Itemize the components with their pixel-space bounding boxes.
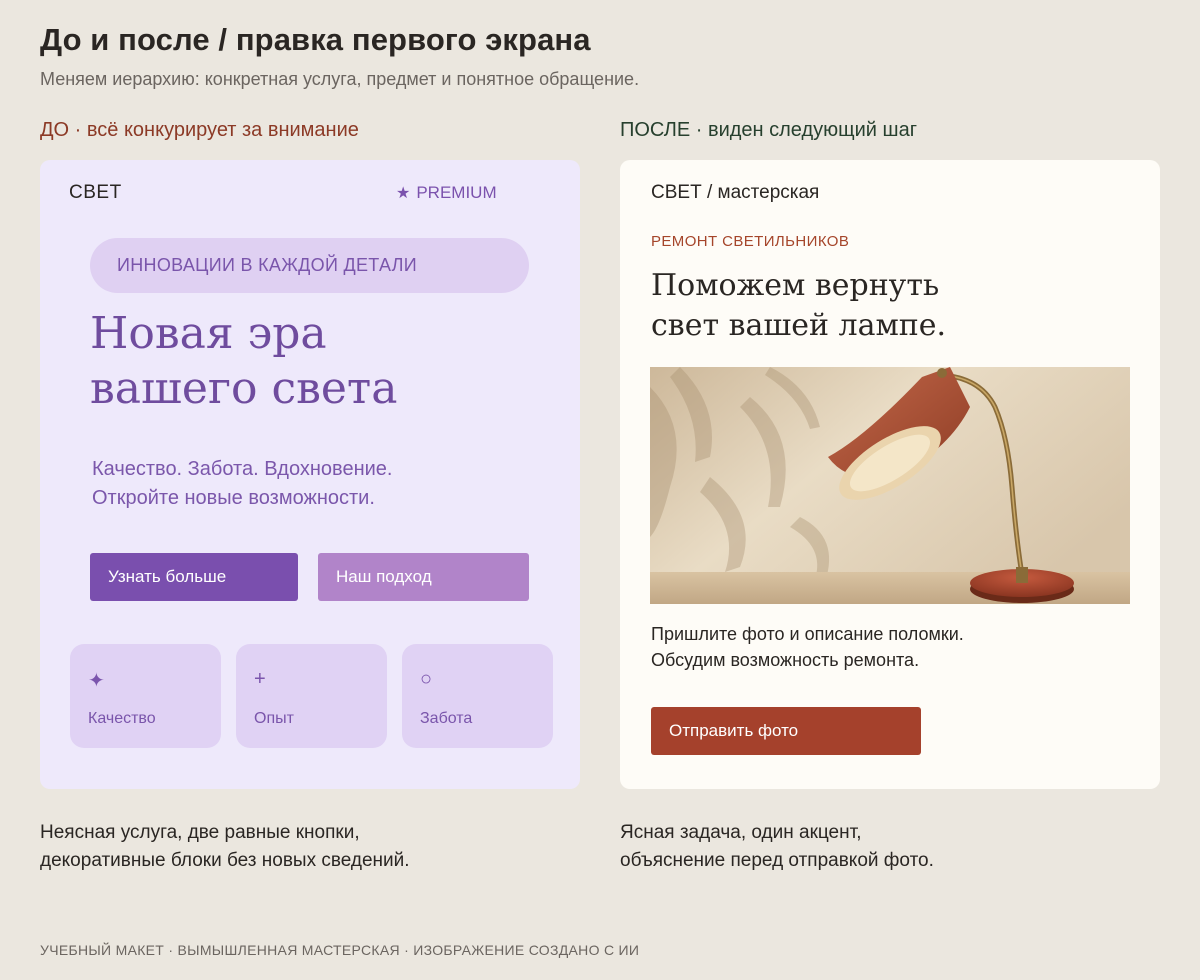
service-kicker: РЕМОНТ СВЕТИЛЬНИКОВ bbox=[651, 233, 850, 250]
before-caption-line: Неясная услуга, две равные кнопки, bbox=[40, 822, 360, 843]
send-photo-button[interactable]: Отправить фото bbox=[651, 707, 921, 755]
after-caption-line: Ясная задача, один акцент, bbox=[620, 822, 862, 843]
before-caption-line: декоративные блоки без новых сведений. bbox=[40, 850, 410, 871]
after-body-text: Пришлите фото и описание поломки. Обсуди… bbox=[651, 621, 1121, 673]
circle-icon: ○ bbox=[420, 668, 433, 690]
after-brand-logo[interactable]: СВЕТ / мастерская bbox=[651, 182, 819, 204]
after-caption-line: объяснение перед отправкой фото. bbox=[620, 850, 934, 871]
feature-card-quality: ✦ Качество bbox=[70, 644, 221, 748]
after-body-line: Пришлите фото и описание поломки. bbox=[651, 624, 964, 644]
premium-badge: ★ PREMIUM bbox=[396, 183, 497, 203]
learn-more-button[interactable]: Узнать больше bbox=[90, 553, 298, 601]
our-approach-button[interactable]: Наш подход bbox=[318, 553, 529, 601]
lamp-photo bbox=[650, 367, 1130, 604]
after-headline: Поможем вернуть свет вашей лампе. bbox=[651, 266, 1121, 346]
before-brand-logo[interactable]: СВЕТ bbox=[69, 182, 122, 204]
star-icon: ★ bbox=[396, 185, 411, 202]
before-caption: Неясная услуга, две равные кнопки, декор… bbox=[40, 819, 560, 875]
before-body-text: Качество. Забота. Вдохновение. Откройте … bbox=[92, 455, 532, 513]
before-mockup-panel: СВЕТ ★ PREMIUM ИННОВАЦИИ В КАЖДОЙ ДЕТАЛИ… bbox=[40, 160, 580, 789]
before-headline-line: Новая эра bbox=[90, 308, 327, 359]
after-mockup-panel: СВЕТ / мастерская РЕМОНТ СВЕТИЛЬНИКОВ По… bbox=[620, 160, 1160, 789]
after-body-line: Обсудим возможность ремонта. bbox=[651, 650, 920, 670]
before-headline-line: вашего света bbox=[90, 363, 398, 414]
feature-card-label: Качество bbox=[88, 710, 156, 727]
feature-card-experience: + Опыт bbox=[236, 644, 387, 748]
page-subtitle: Меняем иерархию: конкретная услуга, пред… bbox=[40, 69, 640, 89]
premium-label: PREMIUM bbox=[416, 183, 497, 202]
plus-icon: + bbox=[254, 668, 266, 690]
before-body-line: Качество. Забота. Вдохновение. bbox=[92, 458, 393, 480]
after-headline-line: свет вашей лампе. bbox=[651, 308, 947, 343]
innovation-pill: ИННОВАЦИИ В КАЖДОЙ ДЕТАЛИ bbox=[90, 238, 529, 293]
after-headline-line: Поможем вернуть bbox=[651, 268, 940, 303]
before-headline: Новая эра вашего света bbox=[90, 306, 530, 416]
before-body-line: Откройте новые возможности. bbox=[92, 487, 375, 509]
before-column-label: ДО · всё конкурирует за внимание bbox=[40, 119, 359, 141]
feature-card-label: Забота bbox=[420, 710, 473, 727]
sparkle-icon: ✦ bbox=[88, 670, 105, 692]
feature-card-care: ○ Забота bbox=[402, 644, 553, 748]
footer-note: УЧЕБНЫЙ МАКЕТ · ВЫМЫШЛЕННАЯ МАСТЕРСКАЯ ·… bbox=[40, 942, 640, 958]
page-title: До и после / правка первого экрана bbox=[40, 22, 591, 57]
after-column-label: ПОСЛЕ · виден следующий шаг bbox=[620, 119, 917, 141]
feature-card-label: Опыт bbox=[254, 710, 294, 727]
after-caption: Ясная задача, один акцент, объяснение пе… bbox=[620, 819, 1140, 875]
